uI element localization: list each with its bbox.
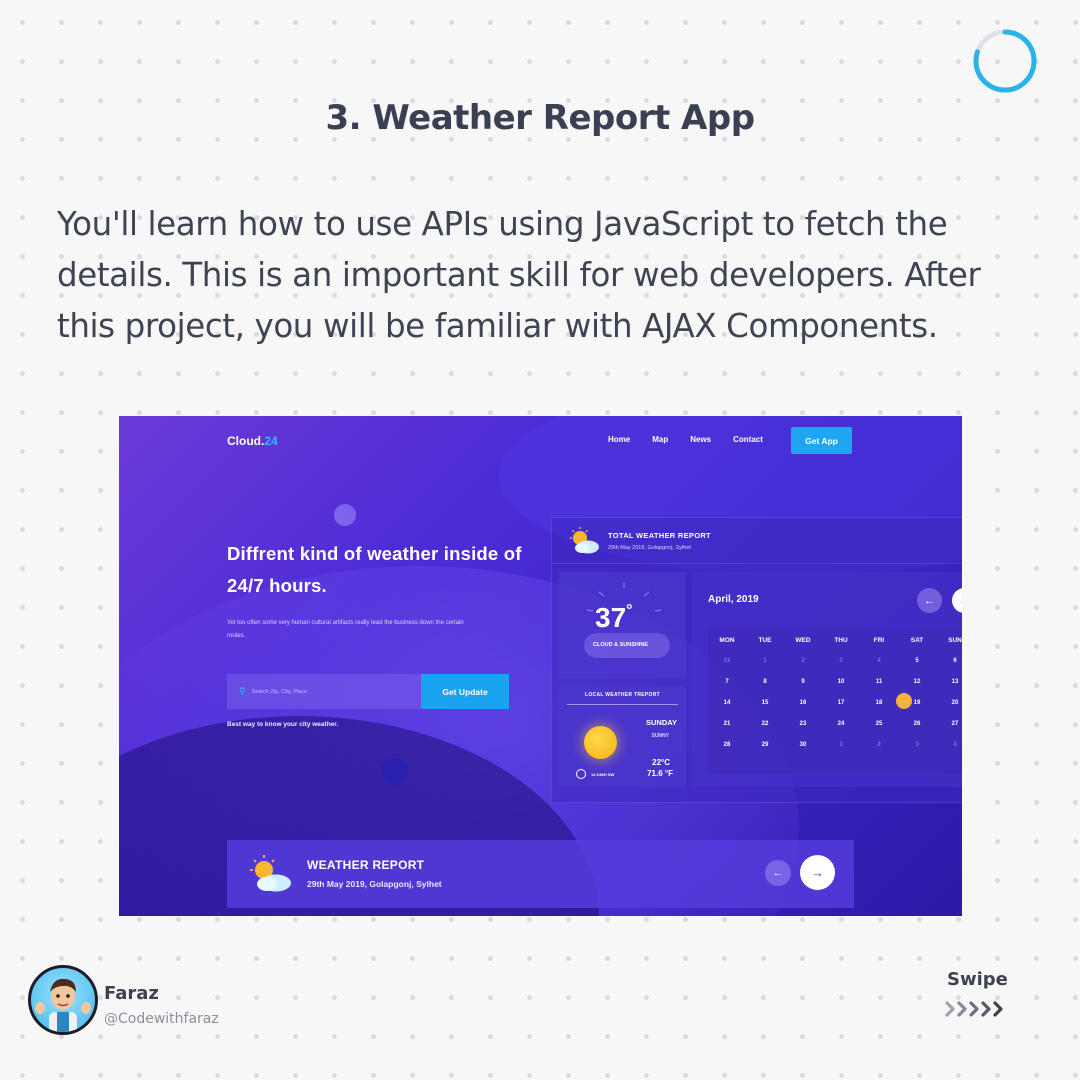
wind-clock-icon	[576, 769, 586, 779]
calendar-day[interactable]: 21	[708, 721, 746, 727]
weekday-header: SUN	[948, 637, 962, 644]
calendar-day[interactable]: 1	[822, 742, 860, 748]
app-nav: Home Map News Contact	[608, 435, 763, 444]
sun-icon	[584, 726, 617, 759]
calendar-day[interactable]: 29	[746, 742, 784, 748]
calendar-day[interactable]: 12	[898, 679, 936, 685]
calendar-day[interactable]: 22	[746, 721, 784, 727]
calendar-day[interactable]: 24	[822, 721, 860, 727]
report-next-button[interactable]: →	[800, 855, 835, 890]
calendar-card: April, 2019 ← → MONTUEWEDTHUFRISATSUN311…	[692, 572, 962, 787]
weather-report-bar: WEATHER REPORT 29th May 2019, Golapgonj,…	[227, 840, 854, 908]
wind-speed: 14 KM/H SW	[591, 772, 615, 777]
local-condition: SUNNY	[651, 733, 669, 739]
calendar-day[interactable]: 23	[784, 721, 822, 727]
get-update-button[interactable]: Get Update	[421, 674, 509, 709]
condition-label: CLOUD & SUNSHINE	[593, 642, 649, 648]
search-placeholder: Search Zip, City, Place	[251, 688, 308, 695]
calendar-day[interactable]: 28	[708, 742, 746, 748]
calendar-day[interactable]: 2	[860, 742, 898, 748]
calendar-day[interactable]: 8	[746, 679, 784, 685]
chevrons-right-icon[interactable]	[944, 1000, 1008, 1018]
weekday-header: FRI	[873, 637, 885, 644]
calendar-day[interactable]: 27	[936, 721, 962, 727]
search-icon: ⚲	[239, 686, 246, 696]
nav-map[interactable]: Map	[652, 435, 668, 444]
app-logo-number: 24	[264, 434, 278, 448]
weekday-header: THU	[834, 637, 848, 644]
calendar-day[interactable]: 7	[708, 679, 746, 685]
temperature-card: 37° CLOUD & SUNSHINE	[559, 572, 686, 678]
calendar-day[interactable]: 15	[746, 700, 784, 706]
nav-news[interactable]: News	[690, 435, 711, 444]
calendar-month: April, 2019	[708, 594, 759, 605]
nav-home[interactable]: Home	[608, 435, 630, 444]
sun-cloud-icon	[570, 527, 599, 554]
author-handle[interactable]: @Codewithfaraz	[104, 1011, 219, 1027]
calendar-day[interactable]: 4	[936, 742, 962, 748]
local-weather-title: LOCAL WEATHER TREPORT	[567, 692, 678, 705]
calendar-day[interactable]: 2	[784, 658, 822, 664]
local-day: SUNDAY	[646, 718, 677, 727]
calendar-day[interactable]: 20	[936, 700, 962, 706]
local-temp-c: 22°C	[652, 758, 670, 767]
calendar-day[interactable]: 14	[708, 700, 746, 706]
weekday-header: WED	[795, 637, 811, 644]
avatar	[28, 965, 98, 1035]
hero-title: Diffrent kind of weather inside of 24/7 …	[227, 543, 522, 596]
avatar-icon	[35, 978, 91, 1032]
calendar-grid: MON TUE WED THU FRI SAT SUN 31 1 2 3 4 5 6 7 8 9 10 11 12 13…	[708, 628, 962, 773]
calendar-day[interactable]: 13	[936, 679, 962, 685]
temperature-value: 37°	[595, 602, 633, 633]
calendar-day[interactable]: 11	[860, 679, 898, 685]
calendar-day[interactable]: 18	[860, 700, 898, 706]
decorative-orb	[381, 758, 408, 785]
calendar-day[interactable]: 19	[898, 700, 936, 706]
calendar-day[interactable]: 16	[784, 700, 822, 706]
bottom-report-title: WEATHER REPORT	[307, 858, 425, 872]
calendar-day[interactable]: 4	[860, 658, 898, 664]
calendar-day[interactable]: 30	[784, 742, 822, 748]
nav-contact[interactable]: Contact	[733, 435, 763, 444]
author-name: Faraz	[104, 983, 159, 1004]
calendar-day[interactable]: 1	[746, 658, 784, 664]
degree-symbol: °	[626, 602, 633, 619]
weather-dashboard: TOTAL WEATHER REPORT 29th May 2019, Gola…	[551, 517, 962, 803]
hero-text: Yet too often some very human cultural a…	[227, 620, 464, 639]
local-temp-f: 71.6 °F	[647, 769, 673, 778]
bottom-report-subtitle: 29th May 2019, Golapgonj, Sylhet	[307, 879, 442, 889]
calendar-next-button[interactable]: →	[952, 588, 962, 613]
report-header: TOTAL WEATHER REPORT 29th May 2019, Gola…	[552, 518, 962, 564]
sun-cloud-icon	[250, 855, 291, 892]
description-text: You'll learn how to use APIs using JavaS…	[57, 205, 981, 345]
calendar-day[interactable]: 10	[822, 679, 860, 685]
weekday-header: TUE	[758, 637, 772, 644]
calendar-day[interactable]: 3	[822, 658, 860, 664]
calendar-prev-button[interactable]: ←	[917, 588, 942, 613]
report-prev-button[interactable]: ←	[765, 860, 791, 886]
local-weather-card: LOCAL WEATHER TREPORT SUNDAY SUNNY 14 KM…	[559, 686, 686, 787]
report-title: TOTAL WEATHER REPORT	[608, 531, 711, 540]
calendar-day[interactable]: 5	[898, 658, 936, 664]
calendar-day[interactable]: 6	[936, 658, 962, 664]
tagline: Best way to know your city weather.	[227, 721, 339, 728]
calendar-day[interactable]: 17	[822, 700, 860, 706]
weekday-header: MON	[719, 637, 735, 644]
report-subtitle: 29th May 2019, Golapgonj, Sylhet	[608, 545, 691, 551]
weekday-header: SAT	[910, 637, 924, 644]
progress-ring-icon	[973, 29, 1037, 93]
page-title: 3. Weather Report App	[325, 98, 755, 138]
calendar-day[interactable]: 3	[898, 742, 936, 748]
search-input[interactable]: ⚲ Search Zip, City, Place	[227, 674, 421, 709]
calendar-day[interactable]: 9	[784, 679, 822, 685]
decorative-orb	[334, 504, 356, 526]
swipe-label: Swipe	[947, 969, 1008, 990]
app-logo[interactable]: Cloud.24	[227, 434, 278, 448]
weather-app-screenshot: Cloud.24 Home Map News Contact Get App D…	[119, 416, 962, 916]
calendar-day[interactable]: 26	[898, 721, 936, 727]
calendar-day[interactable]: 25	[860, 721, 898, 727]
calendar-day[interactable]: 31	[708, 658, 746, 664]
get-app-button[interactable]: Get App	[791, 427, 852, 454]
